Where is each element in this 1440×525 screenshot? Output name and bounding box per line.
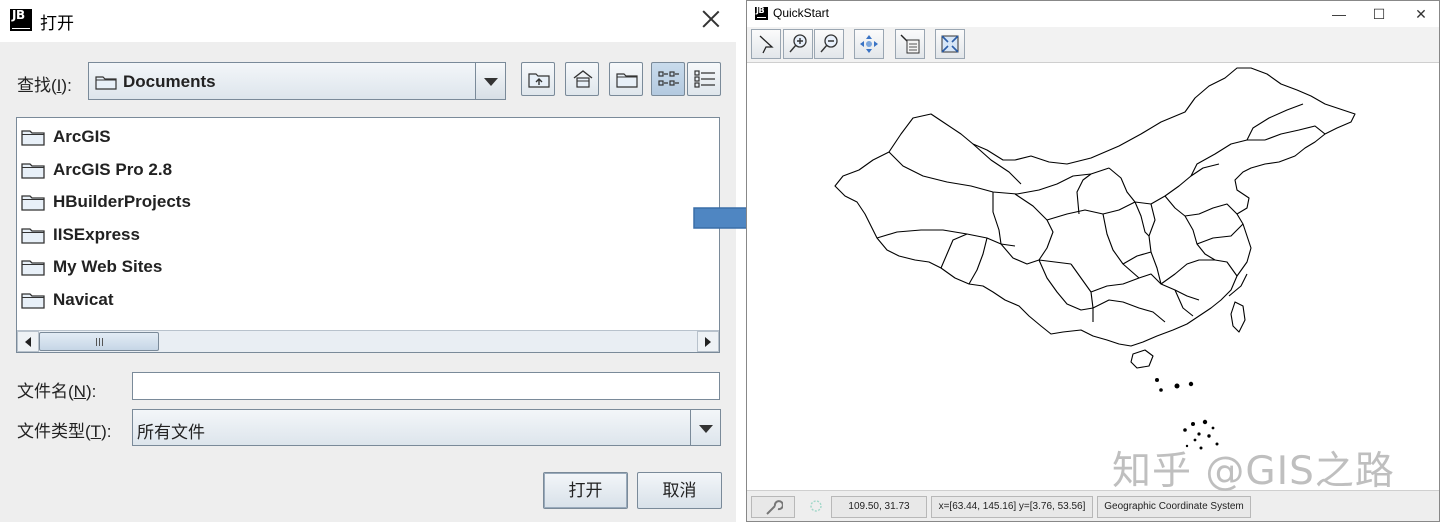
file-list-item[interactable]: My Web Sites xyxy=(21,253,162,281)
dialog-title-bar: JB 打开 xyxy=(0,0,736,42)
map-bounds: x=[63.44, 145.16] y=[3.76, 53.56] xyxy=(931,496,1093,518)
list-view-icon xyxy=(658,71,679,86)
horizontal-scrollbar[interactable] xyxy=(17,330,719,352)
scroll-thumb[interactable] xyxy=(39,332,159,351)
globe-icon xyxy=(810,500,822,512)
file-name-label: 文件名(N): xyxy=(17,382,97,401)
maximize-icon[interactable]: ☐ xyxy=(1371,6,1387,23)
cancel-button[interactable]: 取消 xyxy=(637,472,722,509)
zoom-out-icon xyxy=(820,34,838,53)
file-name-field[interactable] xyxy=(132,372,720,400)
file-list-item[interactable]: IISExpress xyxy=(21,221,140,249)
file-name-input[interactable] xyxy=(133,373,719,399)
watermark: 知乎 @GIS之路 xyxy=(1112,449,1395,494)
open-button[interactable]: 打开 xyxy=(543,472,628,509)
file-type-label: 文件类型(T): xyxy=(17,422,112,441)
file-type-value: 所有文件 xyxy=(137,423,205,442)
home-button[interactable] xyxy=(565,62,599,96)
window-title-bar: JB QuickStart — ☐ ✕ xyxy=(747,1,1439,27)
map-toolbar xyxy=(747,27,1439,63)
south-china-sea-islands xyxy=(1155,378,1219,450)
zoom-in-icon xyxy=(789,34,807,53)
file-name: My Web Sites xyxy=(53,257,163,277)
up-one-level-button[interactable] xyxy=(521,62,555,96)
file-name: HBuilderProjects xyxy=(53,192,191,212)
file-list-item[interactable]: ArcGIS xyxy=(21,123,111,151)
look-in-value: Documents xyxy=(123,72,216,91)
pan-icon xyxy=(860,35,878,53)
up-one-level-icon xyxy=(528,73,550,88)
file-type-combo[interactable]: 所有文件 xyxy=(132,409,721,446)
folder-icon xyxy=(21,228,45,244)
info-icon xyxy=(900,34,920,54)
close-icon[interactable]: ✕ xyxy=(1413,6,1429,23)
zoom-in-tool-button[interactable] xyxy=(783,29,813,59)
china-provinces-map xyxy=(834,67,1356,369)
new-folder-button[interactable] xyxy=(609,62,643,96)
pointer-icon xyxy=(759,35,774,54)
open-file-dialog: JB 打开 查找(I): Documents ArcGIS ArcGIS Pro… xyxy=(0,0,736,522)
file-list-item[interactable]: ArcGIS Pro 2.8 xyxy=(21,156,172,184)
crs-status-icon xyxy=(803,496,829,518)
file-type-dropdown-button[interactable] xyxy=(690,410,720,445)
scroll-left-button[interactable] xyxy=(17,331,39,352)
file-list-item[interactable]: HBuilderProjects xyxy=(21,188,191,216)
chevron-down-icon xyxy=(699,425,713,433)
chevron-down-icon xyxy=(484,78,498,86)
scroll-right-icon xyxy=(705,337,711,347)
folder-icon xyxy=(21,130,45,146)
folder-icon xyxy=(21,162,45,179)
wrench-button[interactable] xyxy=(751,496,795,518)
minimize-icon[interactable]: — xyxy=(1331,6,1347,22)
pointer-tool-button[interactable] xyxy=(751,29,781,59)
scroll-left-icon xyxy=(25,337,31,347)
file-list[interactable]: ArcGIS ArcGIS Pro 2.8 HBuilderProjects IISE… xyxy=(16,117,720,353)
file-name: IISExpress xyxy=(53,224,140,244)
info-tool-button[interactable] xyxy=(895,29,925,59)
map-canvas[interactable] xyxy=(747,64,1439,490)
home-icon xyxy=(573,70,593,88)
file-list-item[interactable]: Navicat xyxy=(21,286,113,314)
wrench-icon xyxy=(766,500,784,515)
folder-icon xyxy=(21,293,45,309)
file-name: ArcGIS Pro 2.8 xyxy=(53,159,173,179)
reset-view-tool-button[interactable] xyxy=(935,29,965,59)
dialog-title: 打开 xyxy=(40,14,74,33)
folder-icon xyxy=(95,76,117,90)
reset-icon xyxy=(941,35,959,53)
details-view-icon xyxy=(694,70,715,88)
file-name: ArcGIS xyxy=(53,127,111,146)
folder-icon xyxy=(21,195,45,211)
look-in-dropdown-button[interactable] xyxy=(475,63,505,99)
folder-icon xyxy=(21,260,45,277)
scroll-right-button[interactable] xyxy=(697,331,719,352)
crs-label[interactable]: Geographic Coordinate System xyxy=(1097,496,1251,518)
look-in-label: 查找(I): xyxy=(17,76,72,95)
list-view-button[interactable] xyxy=(651,62,685,96)
close-icon[interactable] xyxy=(700,8,722,30)
cursor-coordinates: 109.50, 31.73 xyxy=(831,496,927,518)
zoom-out-tool-button[interactable] xyxy=(814,29,844,59)
look-in-combo[interactable]: Documents xyxy=(88,62,506,100)
jb-logo-icon: JB xyxy=(755,7,768,20)
pan-tool-button[interactable] xyxy=(854,29,884,59)
file-name: Navicat xyxy=(53,290,114,309)
new-folder-icon xyxy=(616,73,638,88)
jb-logo-icon: JB xyxy=(10,9,32,31)
window-title: QuickStart xyxy=(773,6,830,20)
details-view-button[interactable] xyxy=(687,62,721,96)
